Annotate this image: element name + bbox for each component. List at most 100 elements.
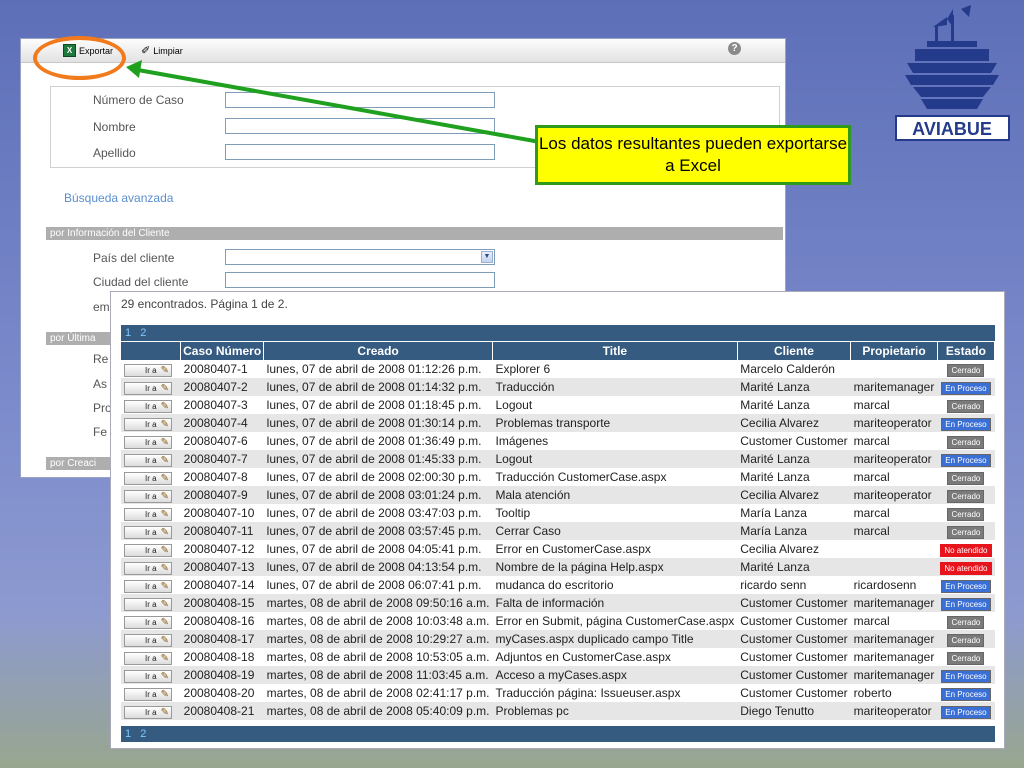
go-to-button[interactable]: Ir a ✎ [124,489,172,503]
case-number-cell: 20080407-4 [180,414,264,432]
go-to-button[interactable]: Ir a ✎ [124,705,172,719]
title-cell: Traducción CustomerCase.aspx [492,468,738,486]
action-cell: Ir a ✎ [121,612,181,630]
go-to-button[interactable]: Ir a ✎ [124,651,172,665]
pencil-icon: ✎ [160,472,169,484]
go-to-label: Ir a [145,689,157,699]
export-button[interactable]: X Exportar [63,44,113,57]
status-badge: Cerrado [947,471,985,485]
go-to-label: Ir a [145,653,157,663]
status-cell: Cerrado [937,468,995,486]
table-row: Ir a ✎ 20080407-6 lunes, 07 de abril de 200… [121,432,995,450]
country-select[interactable]: ▼ [225,249,495,265]
title-cell: Mala atención [492,486,738,504]
case-number-cell: 20080408-16 [180,612,264,630]
col-client[interactable]: Cliente [737,342,852,360]
go-to-button[interactable]: Ir a ✎ [124,435,172,449]
results-table: Caso Número Creado Title Cliente Propiet… [121,342,996,720]
col-title[interactable]: Title [492,342,738,360]
client-cell: Customer Customer [737,648,851,666]
go-to-button[interactable]: Ir a ✎ [124,579,172,593]
go-to-button[interactable]: Ir a ✎ [124,363,172,377]
page-link[interactable]: 2 [140,327,146,339]
pager-bottom: 1 2 [121,726,995,742]
go-to-button[interactable]: Ir a ✎ [124,507,172,521]
status-cell: Cerrado [937,504,995,522]
toolbar: X Exportar ✐ Limpiar ? [21,39,785,63]
advanced-search-link[interactable]: Búsqueda avanzada [64,191,173,205]
go-to-button[interactable]: Ir a ✎ [124,471,172,485]
status-badge: No atendido [940,543,992,557]
table-row: Ir a ✎ 20080407-13 lunes, 07 de abril de 20… [121,558,995,576]
help-icon[interactable]: ? [728,42,741,55]
aviabue-logo: AVIABUE [895,5,1010,145]
col-owner[interactable]: Propietario [850,342,938,360]
last-name-input[interactable] [225,144,495,160]
last-field-label: Fe [93,425,108,439]
title-cell: Problemas pc [492,702,738,720]
created-cell: martes, 08 de abril de 2008 11:03:45 a.m… [263,666,493,684]
results-body: Ir a ✎ 20080407-1 lunes, 07 de abril de 200… [121,360,995,720]
col-status[interactable]: Estado [937,342,996,360]
created-cell: lunes, 07 de abril de 2008 03:57:45 p.m. [263,522,493,540]
page-link[interactable]: 1 [125,327,131,339]
action-cell: Ir a ✎ [121,504,181,522]
chevron-down-icon[interactable]: ▼ [481,251,493,263]
go-to-button[interactable]: Ir a ✎ [124,543,172,557]
go-to-button[interactable]: Ir a ✎ [124,561,172,575]
pencil-icon: ✎ [160,706,169,718]
go-to-button[interactable]: Ir a ✎ [124,417,172,431]
status-badge: Cerrado [947,633,985,647]
go-to-button[interactable]: Ir a ✎ [124,669,172,683]
go-to-label: Ir a [145,365,157,375]
title-cell: Explorer 6 [492,360,738,378]
title-cell: Falta de información [492,594,738,612]
owner-cell: mariteoperator [850,486,938,504]
case-number-input[interactable] [225,92,495,108]
status-badge: Cerrado [947,525,985,539]
go-to-button[interactable]: Ir a ✎ [124,381,172,395]
table-row: Ir a ✎ 20080407-11 lunes, 07 de abril de 20… [121,522,995,540]
name-input[interactable] [225,118,495,134]
page-link[interactable]: 2 [140,728,146,740]
case-number-cell: 20080407-10 [180,504,264,522]
status-cell: Cerrado [937,630,995,648]
created-cell: martes, 08 de abril de 2008 09:50:16 a.m… [263,594,493,612]
go-to-button[interactable]: Ir a ✎ [124,453,172,467]
case-number-cell: 20080408-17 [180,630,264,648]
col-created[interactable]: Creado [263,342,493,360]
case-number-label: Número de Caso [93,93,184,107]
status-badge: En Proceso [941,381,991,395]
status-badge: En Proceso [941,687,991,701]
go-to-button[interactable]: Ir a ✎ [124,399,172,413]
table-row: Ir a ✎ 20080408-17 martes, 08 de abril de 2… [121,630,995,648]
page-link[interactable]: 1 [125,728,131,740]
col-case-number[interactable]: Caso Número [180,342,265,360]
pencil-icon: ✎ [160,580,169,592]
status-cell: Cerrado [937,648,995,666]
pencil-icon: ✎ [160,688,169,700]
status-cell: No atendido [937,540,995,558]
go-to-button[interactable]: Ir a ✎ [124,615,172,629]
city-input[interactable] [225,272,495,288]
go-to-button[interactable]: Ir a ✎ [124,633,172,647]
pencil-icon: ✎ [160,544,169,556]
status-cell: Cerrado [937,522,995,540]
owner-cell: marcal [850,612,938,630]
created-cell: martes, 08 de abril de 2008 05:40:09 p.m… [263,702,493,720]
last-field-label: Pro [93,401,112,415]
go-to-button[interactable]: Ir a ✎ [124,687,172,701]
case-number-cell: 20080407-1 [180,360,264,378]
case-number-cell: 20080407-9 [180,486,264,504]
client-cell: Customer Customer [737,666,851,684]
client-cell: ricardo senn [737,576,851,594]
go-to-button[interactable]: Ir a ✎ [124,525,172,539]
status-badge: Cerrado [947,435,985,449]
owner-cell: ricardosenn [850,576,938,594]
clear-button[interactable]: ✐ Limpiar [141,44,183,57]
go-to-button[interactable]: Ir a ✎ [124,597,172,611]
section-client-info[interactable]: por Información del Cliente [46,227,783,240]
status-badge: Cerrado [947,489,985,503]
table-row: Ir a ✎ 20080407-1 lunes, 07 de abril de 200… [121,360,995,378]
name-label: Nombre [93,120,136,134]
